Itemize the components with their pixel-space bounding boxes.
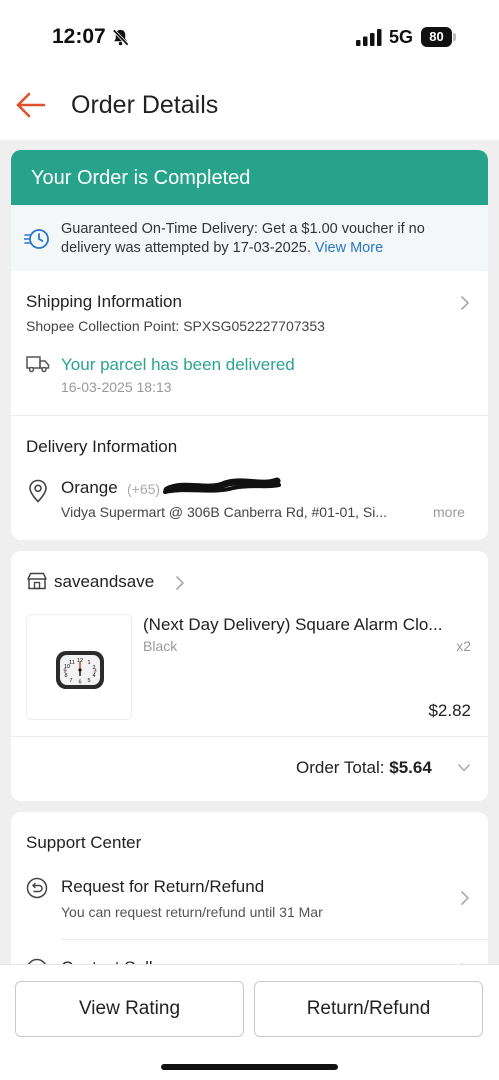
app-header: Order Details [0, 70, 499, 140]
delivery-status: Your parcel has been delivered [61, 355, 295, 374]
svg-text:1: 1 [87, 660, 90, 666]
collection-point: Shopee Collection Point: SPXSG0522277073… [26, 318, 325, 334]
chevron-right-icon[interactable] [460, 890, 470, 906]
status-bar: 12:07 5G 80 [0, 0, 499, 70]
shop-name[interactable]: saveandsave [54, 572, 154, 592]
home-indicator[interactable] [161, 1064, 338, 1070]
order-status-card: Your Order is Completed Guaranteed On-Ti… [11, 150, 488, 540]
svg-text:11: 11 [69, 660, 75, 666]
battery-icon: 80 [421, 27, 457, 47]
divider [11, 415, 488, 416]
return-refund-title[interactable]: Request for Return/Refund [61, 877, 264, 897]
return-refund-button[interactable]: Return/Refund [254, 981, 483, 1037]
shop-chevron-icon[interactable] [175, 575, 185, 591]
divider [11, 736, 488, 737]
delivery-timestamp: 16-03-2025 18:13 [61, 379, 172, 395]
alarm-clock-image: 12 12 345 678 91011 [56, 651, 104, 689]
order-items-card: saveandsave 12 1 2 345 678 9 10 11 (Next Day… [11, 551, 488, 801]
bell-off-icon [112, 29, 129, 46]
product-image[interactable]: 12 1 2 345 678 9 10 11 [26, 614, 132, 720]
return-refund-deadline: You can request return/refund until 31 M… [61, 904, 323, 920]
location-pin-icon [29, 479, 47, 503]
view-more-link[interactable]: View More [315, 240, 383, 256]
order-total-value: $5.64 [389, 758, 432, 777]
guarantee-notice[interactable]: Guaranteed On-Time Delivery: Get a $1.00… [11, 205, 488, 271]
product-variant: Black [143, 638, 178, 654]
page-title: Order Details [71, 91, 219, 119]
svg-text:4: 4 [92, 673, 95, 679]
product-quantity: x2 [456, 638, 471, 654]
svg-text:5: 5 [87, 678, 90, 684]
delivery-address: Vidya Supermart @ 306B Canberra Rd, #01-… [61, 504, 388, 520]
truck-icon [26, 356, 50, 373]
battery-level: 80 [421, 27, 452, 47]
back-arrow-icon[interactable] [14, 88, 48, 122]
order-total[interactable]: Order Total: $5.64 [296, 758, 432, 778]
svg-text:7: 7 [69, 678, 72, 684]
product-title[interactable]: (Next Day Delivery) Square Alarm Clo... [143, 615, 473, 635]
status-time: 12:07 [52, 25, 106, 48]
redaction-scribble [163, 477, 281, 494]
return-refund-icon [26, 877, 48, 899]
view-rating-button[interactable]: View Rating [15, 981, 244, 1037]
guarantee-text: Guaranteed On-Time Delivery: Get a $1.00… [61, 220, 471, 257]
network-label: 5G [389, 27, 414, 47]
order-total-label: Order Total: [296, 758, 385, 777]
signal-icon [356, 29, 382, 46]
chevron-down-icon[interactable] [457, 763, 471, 773]
address-more-link[interactable]: more [433, 504, 465, 520]
chevron-right-icon[interactable] [460, 295, 470, 311]
shipping-info-title[interactable]: Shipping Information [26, 292, 182, 312]
svg-text:6: 6 [78, 680, 81, 686]
support-center-title: Support Center [26, 833, 142, 852]
recipient-name: Orange [61, 478, 118, 497]
divider [61, 939, 488, 940]
bottom-action-bar: View Rating Return/Refund [0, 964, 499, 1080]
shop-icon [27, 572, 47, 590]
order-completed-banner: Your Order is Completed [11, 150, 488, 205]
on-time-clock-icon [24, 229, 49, 249]
recipient-phone: (+65) [127, 481, 161, 497]
battery-tip [453, 33, 456, 41]
delivery-info-title: Delivery Information [26, 437, 178, 456]
product-price: $2.82 [428, 701, 471, 720]
